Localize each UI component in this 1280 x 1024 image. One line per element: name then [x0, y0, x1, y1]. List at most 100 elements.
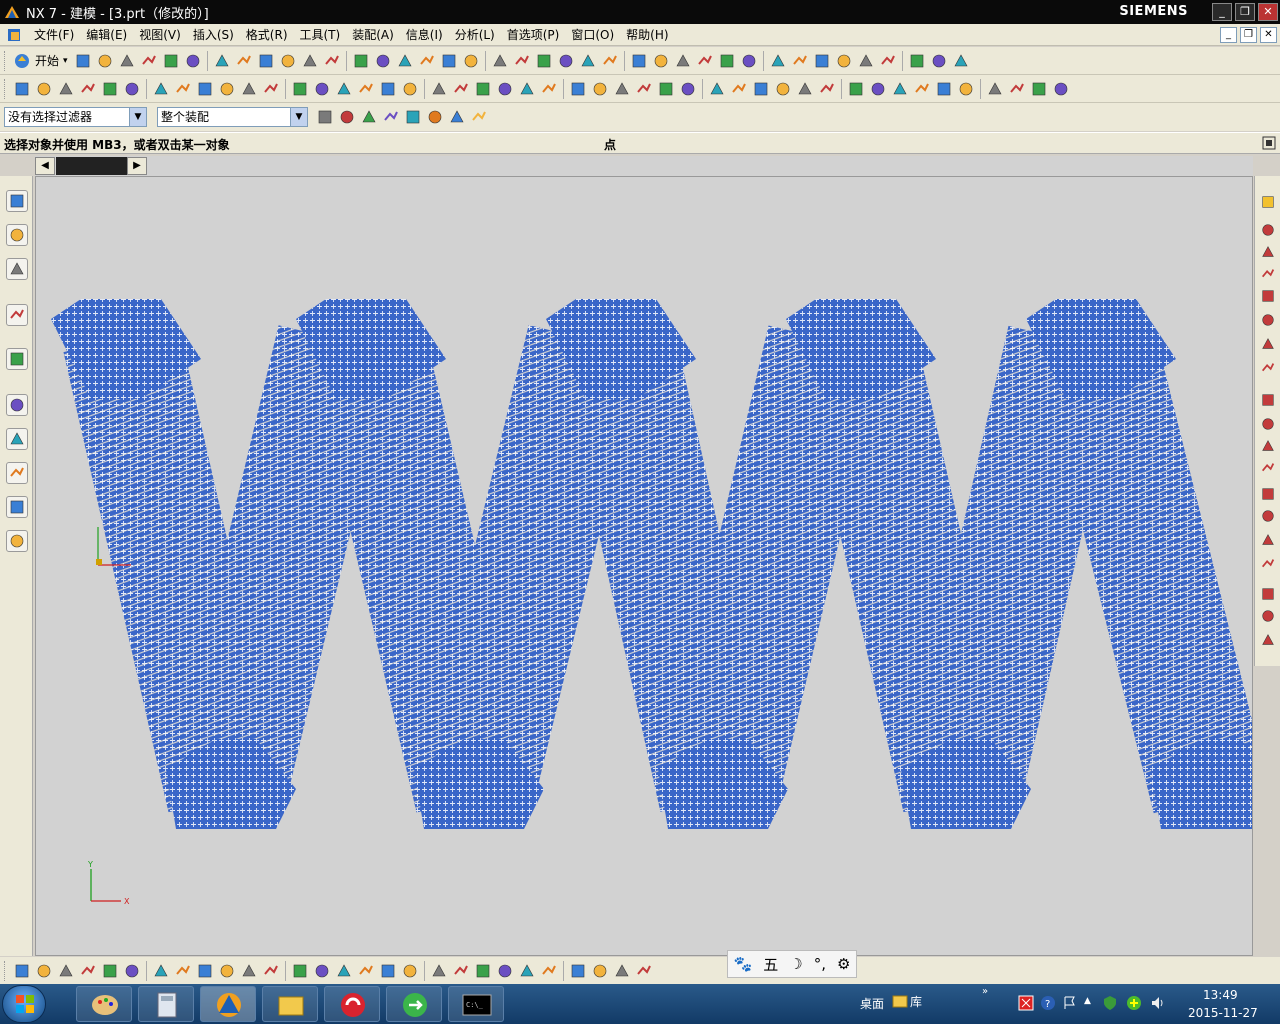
- toolbar-grip[interactable]: [4, 78, 7, 99]
- doc-restore-button[interactable]: ❐: [1240, 27, 1257, 43]
- menu-preferences[interactable]: 首选项(P): [501, 24, 566, 46]
- redo-icon[interactable]: [235, 52, 253, 70]
- pattern-icon[interactable]: [474, 80, 492, 98]
- roles-icon-glyph[interactable]: [8, 498, 26, 516]
- start-label[interactable]: 开始: [35, 52, 59, 69]
- history-icon-glyph[interactable]: [8, 396, 26, 414]
- tray-app-icon[interactable]: [1018, 995, 1034, 1011]
- replace-feature-icon[interactable]: [174, 962, 192, 980]
- background-icon[interactable]: [557, 52, 575, 70]
- clock-time[interactable]: 13:49: [1203, 988, 1238, 1002]
- wcs-icon[interactable]: [696, 52, 714, 70]
- point-color-red-icon[interactable]: [752, 80, 770, 98]
- x-form-icon[interactable]: [379, 962, 397, 980]
- reuse-library-icon[interactable]: [6, 304, 28, 326]
- part-navigator-icon[interactable]: [6, 258, 28, 280]
- edit-positioning-icon[interactable]: [57, 962, 75, 980]
- cone-icon[interactable]: [196, 80, 214, 98]
- tab-scroll-left-icon[interactable]: ◀: [35, 157, 55, 175]
- edit-curve-icon[interactable]: [291, 962, 309, 980]
- line-icon[interactable]: [1260, 222, 1276, 238]
- filter-icon[interactable]: [652, 52, 670, 70]
- assembly-navigator-icon-glyph[interactable]: [8, 192, 26, 210]
- desktop-toolbar-label[interactable]: 桌面: [860, 995, 884, 1012]
- assembly-icon[interactable]: [791, 52, 809, 70]
- point-color-marker-icon[interactable]: [796, 80, 814, 98]
- line-vertical-icon[interactable]: [1260, 244, 1276, 260]
- wireframe-icon[interactable]: [462, 52, 480, 70]
- datum-plane-icon[interactable]: [57, 80, 75, 98]
- point-arc-icon[interactable]: [847, 80, 865, 98]
- view-orient-icon[interactable]: [535, 52, 553, 70]
- line-angle-icon[interactable]: [1260, 288, 1276, 304]
- reorder-feature-icon[interactable]: [101, 962, 119, 980]
- sketch-icon[interactable]: [35, 80, 53, 98]
- taskbar-console-app[interactable]: C:\_: [448, 986, 504, 1022]
- section-icon[interactable]: [740, 52, 758, 70]
- move-feature-icon[interactable]: [79, 962, 97, 980]
- hidden-edges-icon[interactable]: [491, 52, 509, 70]
- edit-parameters-icon[interactable]: [35, 962, 53, 980]
- point-gear-icon[interactable]: [935, 80, 953, 98]
- menu-view[interactable]: 视图(V): [133, 24, 187, 46]
- sew-icon[interactable]: [679, 80, 697, 98]
- chain-select-icon[interactable]: [404, 108, 422, 126]
- invert-icon[interactable]: [630, 52, 648, 70]
- revolve-icon[interactable]: [123, 80, 141, 98]
- i-form-icon[interactable]: [401, 962, 419, 980]
- circle-radius-icon[interactable]: [1260, 556, 1276, 572]
- tab-scroll-right-icon[interactable]: ▶: [127, 157, 147, 175]
- start-icon[interactable]: [13, 52, 31, 70]
- close-button[interactable]: ✕: [1258, 3, 1278, 21]
- menu-file[interactable]: 文件(F): [28, 24, 80, 46]
- update-model-icon[interactable]: [240, 962, 258, 980]
- circle-point-3-icon[interactable]: [1260, 508, 1276, 524]
- volume-icon[interactable]: [1150, 995, 1166, 1011]
- taskbar-green-app[interactable]: [386, 986, 442, 1022]
- new-file-icon[interactable]: [74, 52, 92, 70]
- toolbar-grip[interactable]: [4, 960, 7, 981]
- point-star-icon[interactable]: [1052, 80, 1070, 98]
- line-parallel-icon[interactable]: [1260, 266, 1276, 282]
- extend-curve-icon[interactable]: [879, 52, 897, 70]
- history-icon[interactable]: [6, 394, 28, 416]
- point-flag-icon[interactable]: [1030, 80, 1048, 98]
- doc-close-button[interactable]: ✕: [1260, 27, 1277, 43]
- menu-assemblies[interactable]: 装配(A): [346, 24, 400, 46]
- point-color-green-icon[interactable]: [774, 80, 792, 98]
- circle-tangent-icon[interactable]: [1260, 532, 1276, 548]
- menu-insert[interactable]: 插入(S): [187, 24, 240, 46]
- open-file-icon[interactable]: [96, 52, 114, 70]
- spring-model[interactable]: YX: [36, 177, 1253, 956]
- annotation-icon[interactable]: [769, 52, 787, 70]
- curve-offset-icon[interactable]: [1260, 460, 1276, 476]
- intersect-icon[interactable]: [569, 80, 587, 98]
- process-studio-icon[interactable]: [6, 462, 28, 484]
- cube-select-icon[interactable]: [470, 108, 488, 126]
- slope-icon[interactable]: [569, 962, 587, 980]
- taskbar-explorer-app[interactable]: [262, 986, 318, 1022]
- transform-icon[interactable]: [279, 52, 297, 70]
- system-scene-icon[interactable]: [6, 530, 28, 552]
- point-tee-icon[interactable]: [1008, 80, 1026, 98]
- ime-moon-icon[interactable]: ☽: [789, 955, 802, 973]
- menu-format[interactable]: 格式(R): [240, 24, 294, 46]
- sphere-icon[interactable]: [218, 80, 236, 98]
- part-navigator-icon[interactable]: [13, 80, 31, 98]
- chevron-down-icon[interactable]: ▼: [129, 108, 146, 126]
- select-all-icon[interactable]: [316, 108, 334, 126]
- fullscreen-icon[interactable]: [1262, 136, 1276, 150]
- cylinder-icon[interactable]: [174, 80, 192, 98]
- suppress-icon[interactable]: [123, 962, 141, 980]
- tray-flag-icon[interactable]: [1062, 995, 1078, 1011]
- point-ring-icon[interactable]: [913, 80, 931, 98]
- tray-expand-icon[interactable]: ▲: [1084, 996, 1091, 1006]
- circle-point-icon[interactable]: [1260, 336, 1276, 352]
- save-icon[interactable]: [118, 52, 136, 70]
- measure-icon[interactable]: [718, 52, 736, 70]
- point-on-curve-icon[interactable]: [1260, 586, 1276, 602]
- system-scene-icon-glyph[interactable]: [8, 532, 26, 550]
- sphere-select-icon[interactable]: [382, 108, 400, 126]
- constraint-navigator-icon[interactable]: [6, 224, 28, 246]
- type-filter-select[interactable]: 没有选择过滤器 ▼: [4, 107, 147, 127]
